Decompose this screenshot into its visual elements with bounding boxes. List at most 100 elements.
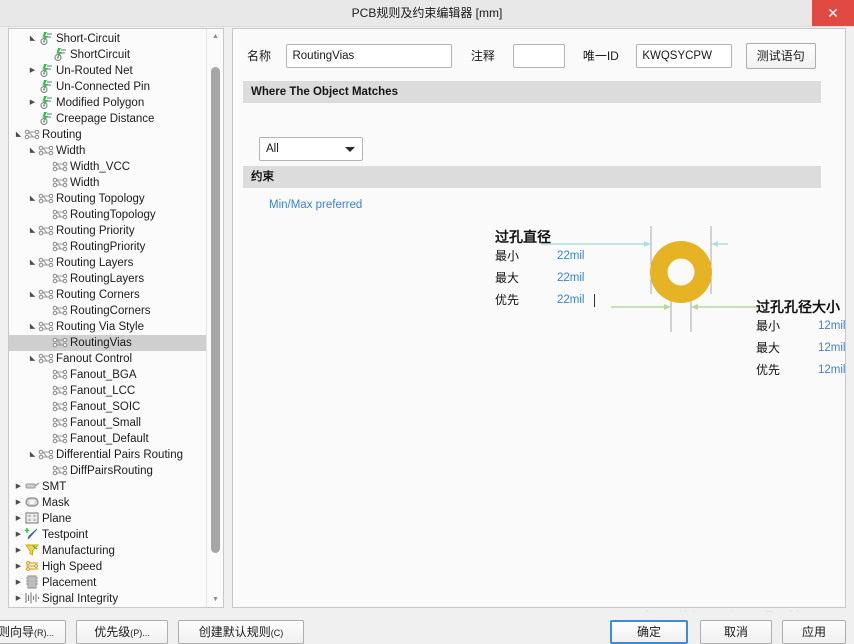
tree-item-plane[interactable]: ▶ Plane xyxy=(9,511,207,527)
tree-item-smt[interactable]: ▶ SMT xyxy=(9,479,207,495)
cancel-button[interactable]: 取消 xyxy=(700,620,772,644)
tree-item-width-vcc[interactable]: Width_VCC xyxy=(9,159,207,175)
tree-item-label: SMT xyxy=(42,481,67,493)
chevron-down-icon[interactable]: ◢ xyxy=(27,255,38,271)
chevron-down-icon[interactable]: ◢ xyxy=(27,191,38,207)
via-hole-max-value[interactable]: 12mil xyxy=(818,337,854,359)
tree-item-width[interactable]: Width xyxy=(9,175,207,191)
chevron-right-icon[interactable]: ▶ xyxy=(13,511,24,527)
chevron-down-icon[interactable]: ◢ xyxy=(27,447,38,463)
chevron-right-icon[interactable]: ▶ xyxy=(13,495,24,511)
tree-item-fanout-small[interactable]: Fanout_Small xyxy=(9,415,207,431)
chevron-right-icon[interactable]: ▶ xyxy=(13,559,24,575)
minmax-preferred-link[interactable]: Min/Max preferred xyxy=(269,199,362,211)
chevron-right-icon[interactable]: ▶ xyxy=(13,479,24,495)
chevron-down-icon[interactable]: ◢ xyxy=(27,319,38,335)
routing-icon xyxy=(24,127,40,141)
tree-item-routingvias[interactable]: RoutingVias xyxy=(9,335,207,351)
tree-item-routingpriority[interactable]: RoutingPriority xyxy=(9,239,207,255)
create-default-rules-label: 创建默认规则 xyxy=(198,625,271,639)
chevron-right-icon[interactable]: ▶ xyxy=(27,63,38,79)
via-diameter-min-value[interactable]: 22mil xyxy=(557,245,617,267)
tree-item-fanout-control[interactable]: ◢ Fanout Control xyxy=(9,351,207,367)
rules-tree-panel: ◢ Short-Circuit ShortCircuit ▶ Un-Routed Net… xyxy=(8,28,224,608)
constraints-header: 约束 xyxy=(243,166,821,188)
title-bar: PCB规则及约束编辑器 [mm] ✕ xyxy=(0,0,854,27)
scroll-up-icon[interactable]: ▲ xyxy=(207,29,223,44)
via-diameter-max-value[interactable]: 22mil xyxy=(557,267,617,289)
chevron-down-icon[interactable] xyxy=(345,147,355,152)
tree-item-fanout-default[interactable]: Fanout_Default xyxy=(9,431,207,447)
tree-item-label: Fanout_Small xyxy=(70,417,141,429)
chevron-right-icon[interactable]: ▶ xyxy=(13,575,24,591)
routing-icon xyxy=(38,319,54,333)
rules-tree[interactable]: ◢ Short-Circuit ShortCircuit ▶ Un-Routed Net… xyxy=(9,29,207,607)
tree-item-signal-integrity[interactable]: ▶ Signal Integrity xyxy=(9,591,207,607)
unique-id-input[interactable] xyxy=(636,44,733,68)
tree-item-shortcircuit[interactable]: ShortCircuit xyxy=(9,47,207,63)
name-input[interactable] xyxy=(286,44,453,68)
tree-item-label: Modified Polygon xyxy=(56,97,145,109)
tree-item-un-connected-pin[interactable]: Un-Connected Pin xyxy=(9,79,207,95)
scrollbar-thumb[interactable] xyxy=(211,67,220,553)
routing-icon xyxy=(38,351,54,365)
create-default-rules-button[interactable]: 创建默认规则(C) xyxy=(178,620,304,644)
chevron-down-icon[interactable]: ◢ xyxy=(27,31,38,47)
via-hole-min-value[interactable]: 12mil xyxy=(818,315,854,337)
text-cursor xyxy=(594,294,595,307)
tree-item-fanout-lcc[interactable]: Fanout_LCC xyxy=(9,383,207,399)
scroll-down-icon[interactable]: ▼ xyxy=(207,592,223,607)
rule-wizard-label: 则向导 xyxy=(0,625,34,639)
tree-item-routing-layers[interactable]: ◢ Routing Layers xyxy=(9,255,207,271)
test-query-button[interactable]: 测试语句 xyxy=(745,43,816,69)
tree-item-testpoint[interactable]: ▶ Testpoint xyxy=(9,527,207,543)
tree-item-short-circuit[interactable]: ◢ Short-Circuit xyxy=(9,31,207,47)
comment-input[interactable] xyxy=(513,44,566,68)
tree-item-manufacturing[interactable]: ▶ Manufacturing xyxy=(9,543,207,559)
tree-item-fanout-soic[interactable]: Fanout_SOIC xyxy=(9,399,207,415)
tree-item-width[interactable]: ◢ Width xyxy=(9,143,207,159)
chevron-down-icon[interactable]: ◢ xyxy=(27,223,38,239)
chevron-down-icon[interactable]: ◢ xyxy=(27,143,38,159)
tree-item-diffpairsrouting[interactable]: DiffPairsRouting xyxy=(9,463,207,479)
tree-item-routingtopology[interactable]: RoutingTopology xyxy=(9,207,207,223)
tree-item-label: ShortCircuit xyxy=(70,49,131,61)
tree-scrollbar[interactable]: ▲ ▼ xyxy=(206,29,223,607)
tree-item-mask[interactable]: ▶ Mask xyxy=(9,495,207,511)
apply-button[interactable]: 应用 xyxy=(782,620,846,644)
tree-item-label: Fanout_SOIC xyxy=(70,401,141,413)
tree-item-placement[interactable]: ▶ Placement xyxy=(9,575,207,591)
scope-select[interactable]: All xyxy=(259,137,363,161)
tree-item-routing-priority[interactable]: ◢ Routing Priority xyxy=(9,223,207,239)
chevron-right-icon[interactable]: ▶ xyxy=(27,95,38,111)
short-circuit-icon xyxy=(38,111,54,126)
tree-item-fanout-bga[interactable]: Fanout_BGA xyxy=(9,367,207,383)
tree-item-creepage-distance[interactable]: Creepage Distance xyxy=(9,111,207,127)
routing-icon xyxy=(38,223,54,237)
tree-item-label: RoutingTopology xyxy=(70,209,156,221)
tree-item-routinglayers[interactable]: RoutingLayers xyxy=(9,271,207,287)
plane-icon xyxy=(24,511,40,525)
chevron-right-icon[interactable]: ▶ xyxy=(13,591,24,607)
chevron-down-icon[interactable]: ◢ xyxy=(27,287,38,303)
chevron-right-icon[interactable]: ▶ xyxy=(13,527,24,543)
tree-item-routing[interactable]: ◢ Routing xyxy=(9,127,207,143)
tree-item-differential-pairs-routing[interactable]: ◢ Differential Pairs Routing xyxy=(9,447,207,463)
via-diameter-preferred-value[interactable]: 22mil xyxy=(557,289,617,311)
chevron-down-icon[interactable]: ◢ xyxy=(13,127,24,143)
tree-item-routing-via-style[interactable]: ◢ Routing Via Style xyxy=(9,319,207,335)
tree-item-high-speed[interactable]: ▶ High Speed xyxy=(9,559,207,575)
priority-button[interactable]: 优先级(P)... xyxy=(76,620,168,644)
tree-item-routing-corners[interactable]: ◢ Routing Corners xyxy=(9,287,207,303)
tree-item-un-routed-net[interactable]: ▶ Un-Routed Net xyxy=(9,63,207,79)
tree-item-routingcorners[interactable]: RoutingCorners xyxy=(9,303,207,319)
chevron-down-icon[interactable]: ◢ xyxy=(27,351,38,367)
via-hole-preferred-value[interactable]: 12mil xyxy=(818,359,854,381)
tree-item-routing-topology[interactable]: ◢ Routing Topology xyxy=(9,191,207,207)
chevron-right-icon[interactable]: ▶ xyxy=(13,543,24,559)
close-icon[interactable]: ✕ xyxy=(812,0,854,26)
ok-button[interactable]: 确定 xyxy=(610,620,688,644)
rule-wizard-button[interactable]: 则向导(R)... xyxy=(0,620,66,644)
tree-item-label: Manufacturing xyxy=(42,545,115,557)
tree-item-modified-polygon[interactable]: ▶ Modified Polygon xyxy=(9,95,207,111)
